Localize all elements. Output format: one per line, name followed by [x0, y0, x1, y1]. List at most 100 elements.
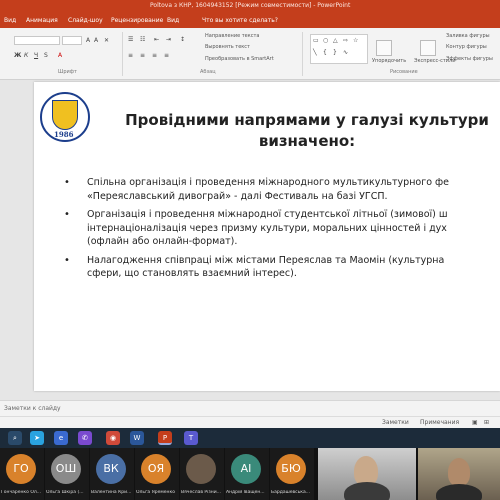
participant-tile[interactable]: ОЯ Ольга Яременко	[135, 448, 179, 500]
slide-title-line: Провідними напрямами у галузі культури	[125, 111, 489, 129]
participant-name: Ольга Шкіра (...	[46, 490, 84, 495]
slide-title-line: визначено:	[258, 132, 356, 150]
express-styles-icon[interactable]	[420, 40, 436, 56]
rectangle-shape-icon[interactable]: ▭	[313, 37, 319, 44]
slide-title[interactable]: Провідними напрямами у галузі культури в…	[114, 110, 500, 152]
camera-person-body	[344, 482, 390, 500]
participant-name: Ольга Яременко	[136, 490, 175, 495]
powerpoint-icon[interactable]: P	[158, 431, 172, 445]
participant-name: Бардашевська...	[271, 490, 311, 495]
notes-toggle-button[interactable]: Заметки	[382, 419, 409, 426]
tab-slideshow[interactable]: Слайд-шоу	[68, 17, 103, 24]
underline-icon[interactable]: Ч	[34, 52, 38, 59]
window-title: Poltova з КНР, 1604943152 [Режим совмест…	[150, 2, 351, 9]
text-direction-button[interactable]: Направление текста	[205, 33, 259, 39]
bullet-item: Організація і проведення міжнародної сту…	[64, 208, 500, 249]
italic-icon[interactable]: К	[24, 52, 28, 59]
bullet-line: «Переяславський дивограй» - далі Фестива…	[87, 190, 388, 202]
smartart-button[interactable]: Преобразовать в SmartArt	[205, 56, 274, 62]
tab-view[interactable]: Вид	[167, 17, 179, 24]
taskbar: ⌕ ➤ e ✆ ◉ W P T	[0, 428, 500, 448]
bullet-item: Спільна організація і проведення міжнаро…	[64, 176, 500, 203]
participant-camera-feed[interactable]	[418, 448, 500, 500]
search-icon[interactable]: ⌕	[8, 431, 22, 445]
participant-camera-feed[interactable]	[318, 448, 416, 500]
bold-icon[interactable]: Ж	[14, 52, 21, 59]
participant-name: Андрій Іващен...	[226, 490, 265, 495]
shadow-icon[interactable]: S	[44, 52, 48, 59]
slide-canvas[interactable]: 1986 Провідними напрямами у галузі культ…	[34, 82, 500, 391]
participant-name: Гончаренко Ол...	[1, 490, 42, 495]
teams-icon[interactable]: T	[184, 431, 198, 445]
bullet-list[interactable]: Спільна організація і проведення міжнаро…	[64, 176, 500, 286]
participant-tile[interactable]: БЮ Бардашевська...	[270, 448, 314, 500]
ribbon-separator	[302, 32, 303, 76]
align-right-icon[interactable]: ≡	[152, 52, 157, 59]
participant-tile[interactable]: Вячеслав Різни...	[180, 448, 224, 500]
font-grow-icon[interactable]: A	[86, 37, 90, 44]
group-font-label: Шрифт	[58, 69, 77, 75]
logo-shield-icon	[52, 100, 78, 130]
bullet-line: Організація і проведення міжнародної сту…	[87, 209, 448, 220]
shape-effects-button[interactable]: Эффекты фигуры	[446, 56, 493, 62]
shape-fill-button[interactable]: Заливка фигуры	[446, 33, 490, 39]
align-center-icon[interactable]: ≡	[140, 52, 145, 59]
comments-toggle-button[interactable]: Примечания	[420, 419, 459, 426]
video-call-strip: ГО Гончаренко Ол... ОШ Ольга Шкіра (... …	[0, 448, 500, 500]
tab-animation[interactable]: Анимация	[26, 17, 58, 24]
numbering-icon[interactable]: ☷	[140, 36, 145, 43]
participant-avatar: ГО	[6, 454, 36, 484]
participant-avatar: БЮ	[276, 454, 306, 484]
font-size-input[interactable]	[62, 36, 82, 45]
tab-view-left[interactable]: Вид	[4, 17, 16, 24]
chrome-icon[interactable]: ◉	[106, 431, 120, 445]
brace-close-shape-icon[interactable]: }	[333, 49, 337, 56]
tell-me-search[interactable]: Что вы хотите сделать?	[202, 17, 278, 24]
participant-avatar: АІ	[231, 454, 261, 484]
increase-indent-icon[interactable]: ⇥	[166, 36, 171, 43]
viber-icon[interactable]: ✆	[78, 431, 92, 445]
participant-tile[interactable]: ОШ Ольга Шкіра (...	[45, 448, 89, 500]
justify-icon[interactable]: ≡	[164, 52, 169, 59]
shapes-gallery[interactable]: ▭ ○ △ ⇨ ☆ ╲ { } ∿	[310, 34, 368, 64]
camera-person-body	[436, 484, 482, 500]
participant-tile[interactable]: АІ Андрій Іващен...	[225, 448, 269, 500]
font-color-icon[interactable]: A	[58, 52, 62, 59]
participant-tile[interactable]: ГО Гончаренко Ол...	[0, 448, 44, 500]
arrange-button[interactable]: Упорядочить	[372, 58, 406, 64]
curve-shape-icon[interactable]: ∿	[343, 49, 348, 56]
arrow-shape-icon[interactable]: ⇨	[343, 37, 348, 44]
triangle-shape-icon[interactable]: △	[333, 37, 338, 44]
decrease-indent-icon[interactable]: ⇤	[154, 36, 159, 43]
status-bar: Заметки Примечания ▣ ⊞	[0, 416, 500, 428]
brace-shape-icon[interactable]: {	[323, 49, 327, 56]
font-shrink-icon[interactable]: A	[94, 37, 98, 44]
edge-icon[interactable]: e	[54, 431, 68, 445]
ribbon-tabs: Вид Анимация Слайд-шоу Рецензирование Ви…	[0, 14, 500, 28]
group-paragraph-label: Абзац	[200, 69, 216, 75]
oval-shape-icon[interactable]: ○	[323, 37, 328, 44]
word-icon[interactable]: W	[130, 431, 144, 445]
arrange-icon[interactable]	[376, 40, 392, 56]
telegram-icon[interactable]: ➤	[30, 431, 44, 445]
font-name-input[interactable]	[14, 36, 60, 45]
clear-format-icon[interactable]: ✕	[104, 37, 109, 44]
star-shape-icon[interactable]: ☆	[353, 37, 358, 44]
align-left-icon[interactable]: ≡	[128, 52, 133, 59]
line-spacing-icon[interactable]: ↕	[180, 36, 185, 43]
notes-placeholder: Заметки к слайду	[4, 405, 61, 412]
bullets-icon[interactable]: ☰	[128, 36, 133, 43]
participant-name: Вячеслав Різни...	[181, 490, 221, 495]
participant-avatar: ОШ	[51, 454, 81, 484]
bullet-line: Налагодження співпраці між містами Перея…	[87, 254, 445, 266]
normal-view-icon[interactable]: ▣	[472, 419, 478, 426]
shape-outline-button[interactable]: Контур фигуры	[446, 44, 487, 50]
sorter-view-icon[interactable]: ⊞	[484, 419, 489, 426]
line-shape-icon[interactable]: ╲	[313, 49, 317, 56]
bullet-line: сфери, що становлять взаємний інтерес).	[87, 268, 297, 279]
participant-tile[interactable]: ВК Валентина Кри...	[90, 448, 134, 500]
notes-pane[interactable]: Заметки к слайду	[0, 400, 500, 416]
align-text-button[interactable]: Выровнять текст	[205, 44, 250, 50]
participant-name: Валентина Кри...	[91, 490, 132, 495]
tab-review[interactable]: Рецензирование	[111, 17, 163, 24]
